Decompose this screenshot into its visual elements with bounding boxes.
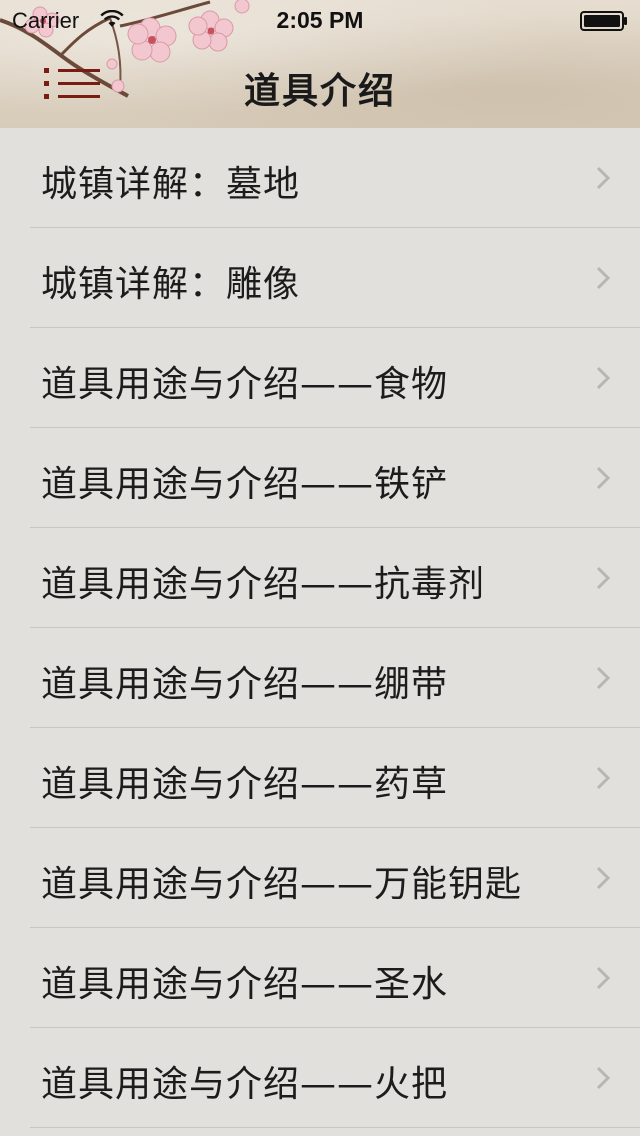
- list-item[interactable]: 道具用途与介绍——抗毒剂: [0, 528, 640, 628]
- navigation-header: Carrier 2:05 PM 道具介绍: [0, 0, 640, 128]
- chevron-right-icon: [596, 466, 610, 490]
- list-item-label: 道具用途与介绍——火把: [41, 1064, 449, 1105]
- list-item-label: 道具用途与介绍——圣水: [41, 964, 449, 1005]
- article-list: 城镇详解：墓地 城镇详解：雕像 道具用途与介绍——食物 道具用途与介绍——铁铲 …: [0, 128, 640, 1136]
- list-item[interactable]: 道具用途与介绍——药草: [0, 728, 640, 828]
- list-item-label: 道具用途与介绍——铁铲: [41, 464, 449, 505]
- chevron-right-icon: [596, 866, 610, 890]
- list-item-label: 道具用途与介绍——绷带: [41, 664, 449, 705]
- list-item-label: 道具用途与介绍——食物: [41, 364, 449, 405]
- list-item[interactable]: 道具用途与介绍——铁铲: [0, 428, 640, 528]
- chevron-right-icon: [596, 766, 610, 790]
- list-item[interactable]: 道具用途与介绍——万能钥匙: [0, 828, 640, 928]
- status-bar: Carrier 2:05 PM: [0, 0, 640, 40]
- chevron-right-icon: [596, 266, 610, 290]
- chevron-right-icon: [596, 366, 610, 390]
- list-item-label: 道具用途与介绍——万能钥匙: [41, 864, 523, 905]
- list-item[interactable]: 道具用途与介绍——圣水: [0, 928, 640, 1028]
- list-item[interactable]: 道具用途与介绍——火把: [0, 1028, 640, 1128]
- screen: Carrier 2:05 PM 道具介绍 城镇详解：墓地 城镇详解：雕像 道具用…: [0, 0, 640, 1136]
- list-item[interactable]: 道具用途与介绍——绷带: [0, 628, 640, 728]
- list-item-label: 道具用途与介绍——抗毒剂: [41, 564, 486, 605]
- divider: [30, 1127, 640, 1128]
- chevron-right-icon: [596, 166, 610, 190]
- page-title: 道具介绍: [243, 71, 396, 112]
- battery-icon: [580, 11, 627, 31]
- list-item-label: 城镇详解：雕像: [41, 264, 301, 305]
- list-item-label: 城镇详解：墓地: [41, 164, 301, 205]
- list-item[interactable]: 道具用途与介绍——食物: [0, 328, 640, 428]
- chevron-right-icon: [596, 566, 610, 590]
- list-item[interactable]: 城镇详解：雕像: [0, 228, 640, 328]
- list-item[interactable]: 城镇详解：墓地: [0, 128, 640, 228]
- list-item-label: 道具用途与介绍——药草: [41, 764, 449, 805]
- status-time: 2:05 PM: [276, 7, 364, 33]
- chevron-right-icon: [596, 1066, 610, 1090]
- chevron-right-icon: [596, 966, 610, 990]
- chevron-right-icon: [596, 666, 610, 690]
